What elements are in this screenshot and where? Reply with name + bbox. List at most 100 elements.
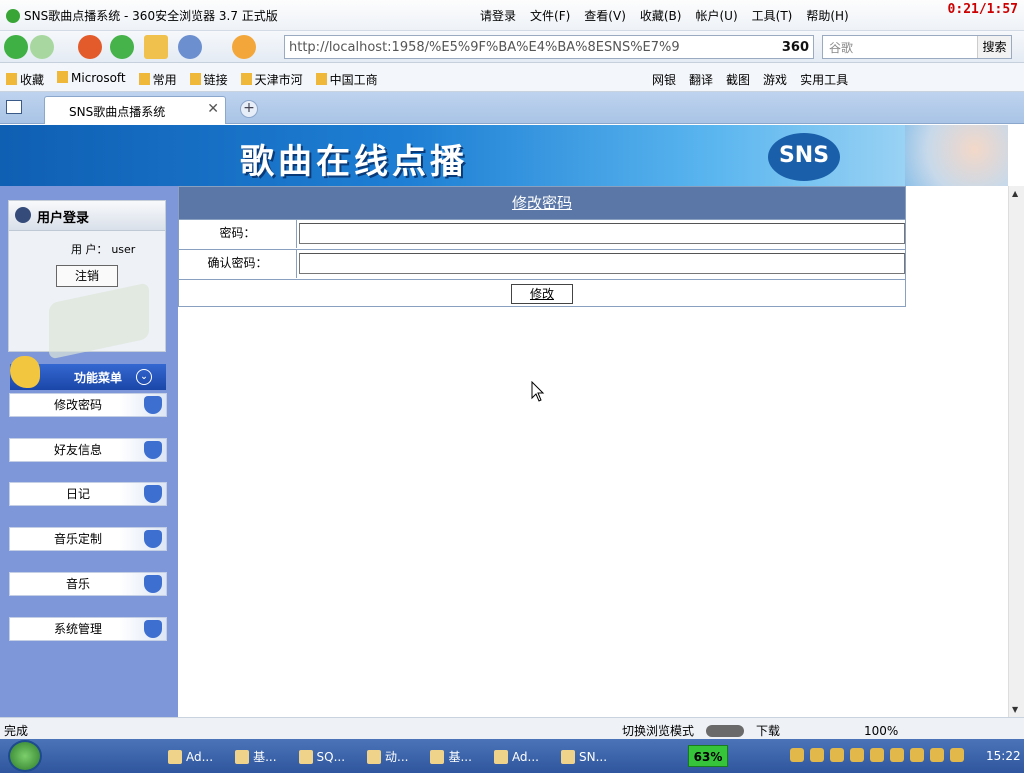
form-title[interactable]: 修改密码 [179, 187, 905, 219]
close-tab-icon[interactable]: ✕ [207, 101, 219, 117]
user-icon [144, 530, 162, 548]
tool-utilities[interactable]: 实用工具 [800, 71, 848, 88]
toggle-switch-icon[interactable] [706, 724, 745, 737]
tray-icon[interactable] [810, 748, 824, 762]
favorites-item[interactable]: Microsoft [57, 71, 126, 88]
search-box[interactable]: 谷歌 搜索 [822, 35, 1012, 59]
taskbar-clock[interactable]: 15:22 [986, 749, 1021, 763]
start-button[interactable] [8, 740, 42, 772]
favorites-item[interactable]: 收藏 [6, 71, 44, 88]
favorites-item[interactable]: 常用 [138, 71, 177, 88]
menu-favorites[interactable]: 收藏(B) [640, 7, 682, 24]
site-banner: 歌曲在线点播 SNS [0, 125, 1008, 186]
menu-login[interactable]: 请登录 [480, 7, 516, 24]
tray-icon[interactable] [910, 748, 924, 762]
home-icon[interactable] [144, 35, 168, 59]
zoom-level[interactable]: 100% [864, 724, 898, 738]
mouse-cursor-icon [531, 381, 545, 402]
refresh-icon[interactable] [110, 35, 134, 59]
tab-active[interactable]: SNS歌曲点播系统 ✕ [44, 96, 226, 124]
new-tab-button[interactable]: + [240, 100, 258, 118]
folder-icon [189, 73, 201, 85]
security-badge[interactable]: 360 [778, 40, 813, 55]
taskbar-item[interactable]: 基... [430, 748, 472, 765]
taskbar-item[interactable]: 动... [367, 748, 408, 765]
logout-button[interactable]: 注销 [56, 265, 118, 287]
recording-timer: 0:21/1:57 [947, 2, 1018, 17]
password-label: 密码： [179, 220, 297, 248]
submit-button[interactable]: 修改 [511, 284, 573, 304]
taskbar-item[interactable]: SQ... [298, 748, 345, 765]
user-info: 用 户： user [71, 241, 135, 257]
toolbar-right: 网银 翻译 截图 游戏 实用工具 [652, 71, 848, 88]
menu-tools[interactable]: 工具(T) [752, 7, 793, 24]
web-content: 歌曲在线点播 SNS 用户登录 用 户： user 注销 功能菜单 ⌄ 修改密码… [0, 125, 1008, 717]
favorites-bar: 收藏 Microsoft 常用 链接 天津市河 中国工商 网银 翻译 截图 游戏… [0, 63, 1024, 92]
tool-screenshot[interactable]: 截图 [726, 71, 750, 88]
tool-games[interactable]: 游戏 [763, 71, 787, 88]
menu-item-music-custom[interactable]: 音乐定制 [9, 527, 167, 551]
favorites-item[interactable]: 中国工商 [315, 71, 378, 88]
switch-mode-button[interactable]: 切换浏览模式 [622, 722, 694, 739]
search-button[interactable]: 搜索 [977, 36, 1011, 58]
download-button[interactable]: 下载 [756, 722, 780, 739]
user-icon [144, 620, 162, 638]
tool-banking[interactable]: 网银 [652, 71, 676, 88]
address-url[interactable]: http://localhost:1958/%E5%9F%BA%E4%BA%8E… [289, 40, 778, 55]
vertical-scrollbar[interactable]: ▲ ▼ [1008, 186, 1024, 717]
favorites-list: 收藏 Microsoft 常用 链接 天津市河 中国工商 [6, 71, 378, 88]
tray-icon[interactable] [830, 748, 844, 762]
taskbar-item[interactable]: SN... [561, 748, 607, 765]
menu-view[interactable]: 查看(V) [584, 7, 626, 24]
app-icon [367, 749, 382, 764]
chevron-down-icon[interactable]: ⌄ [136, 369, 152, 385]
menu-item-friends[interactable]: 好友信息 [9, 438, 167, 462]
browser-menu: 请登录 文件(F) 查看(V) 收藏(B) 帐户(U) 工具(T) 帮助(H) [480, 7, 849, 24]
window-title: SNS歌曲点播系统 - 360安全浏览器 3.7 正式版 [6, 7, 278, 24]
menu-help[interactable]: 帮助(H) [806, 7, 848, 24]
tray-icon[interactable] [950, 748, 964, 762]
menu-item-system-admin[interactable]: 系统管理 [9, 617, 167, 641]
tray-icon[interactable] [870, 748, 884, 762]
tray-icon[interactable] [790, 748, 804, 762]
confirm-password-input[interactable] [299, 253, 905, 274]
battery-indicator[interactable]: 63% [688, 745, 728, 767]
star-icon [6, 73, 17, 85]
search-input[interactable]: 谷歌 [823, 39, 977, 56]
taskbar-item[interactable]: Ad... [493, 748, 539, 765]
taskbar-item[interactable]: Ad... [168, 748, 213, 765]
banner-logo: SNS [768, 133, 840, 181]
status-right: 切换浏览模式 下载 100% [622, 722, 898, 739]
paw-icon[interactable] [232, 35, 256, 59]
menu-item-change-password[interactable]: 修改密码 [9, 393, 167, 417]
function-menu-header[interactable]: 功能菜单 ⌄ [10, 356, 166, 390]
taskbar-item[interactable]: 基... [235, 748, 277, 765]
confirm-password-row: 确认密码： [179, 249, 905, 278]
address-bar[interactable]: http://localhost:1958/%E5%9F%BA%E4%BA%8E… [284, 35, 814, 59]
stop-icon[interactable] [78, 35, 102, 59]
favorites-item[interactable]: 天津市河 [240, 71, 303, 88]
menu-item-diary[interactable]: 日记 [9, 482, 167, 506]
back-icon[interactable] [4, 35, 28, 59]
favorites-item[interactable]: 链接 [189, 71, 228, 88]
scroll-up-icon[interactable]: ▲ [1012, 189, 1018, 198]
password-input[interactable] [299, 223, 905, 244]
tab-bar: SNS歌曲点播系统 ✕ [0, 92, 1024, 124]
menu-file[interactable]: 文件(F) [530, 7, 570, 24]
tray-icon[interactable] [930, 748, 944, 762]
undo-icon[interactable] [178, 35, 202, 59]
tray-icon[interactable] [850, 748, 864, 762]
tool-translate[interactable]: 翻译 [689, 71, 713, 88]
menu-account[interactable]: 帐户(U) [695, 7, 737, 24]
sql-icon [298, 749, 313, 764]
menu-item-music[interactable]: 音乐 [9, 572, 167, 596]
forward-icon[interactable] [30, 35, 54, 59]
scroll-down-icon[interactable]: ▼ [1012, 705, 1018, 714]
user-name: user [111, 243, 136, 256]
sidebar-toggle-icon[interactable] [6, 100, 22, 114]
tray-icon[interactable] [890, 748, 904, 762]
page-icon [315, 73, 327, 85]
app-icon [430, 749, 445, 764]
user-icon [144, 575, 162, 593]
confirm-password-label: 确认密码： [179, 250, 297, 278]
